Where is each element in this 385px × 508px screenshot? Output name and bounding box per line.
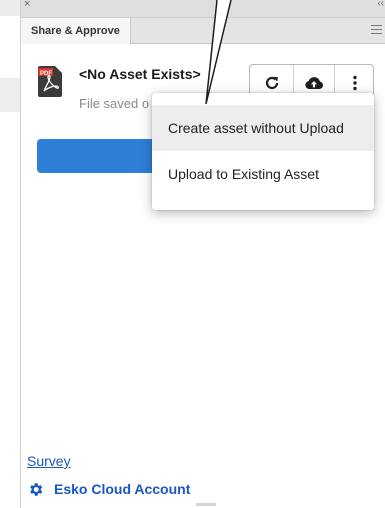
esko-cloud-account-label: Esko Cloud Account — [54, 481, 191, 497]
file-saved-status: File saved o — [79, 96, 150, 111]
gear-icon — [30, 482, 43, 496]
asset-title: <No Asset Exists> — [79, 66, 201, 82]
panel-tab-bar: Share & Approve — [21, 18, 385, 44]
pdf-file-icon: PDF — [38, 66, 62, 97]
more-options-menu: Create asset without Upload Upload to Ex… — [152, 93, 374, 210]
resize-grip[interactable] — [196, 503, 216, 506]
more-vertical-icon — [352, 75, 357, 91]
cloud-upload-icon — [304, 77, 323, 89]
collapse-panel-icon[interactable]: ‹‹ — [377, 0, 384, 9]
survey-link[interactable]: Survey — [27, 453, 71, 469]
close-panel-icon[interactable]: × — [24, 0, 30, 10]
menu-item-upload-to-existing-asset[interactable]: Upload to Existing Asset — [152, 151, 374, 197]
tab-share-approve[interactable]: Share & Approve — [21, 18, 131, 44]
panel-menu-icon[interactable] — [371, 25, 382, 35]
refresh-icon — [265, 76, 278, 90]
share-approve-panel: × ‹‹ Share & Approve PDF <No Asset Exist… — [20, 0, 385, 508]
esko-cloud-account-link[interactable]: Esko Cloud Account — [27, 479, 190, 499]
panel-title-bar: × ‹‹ — [21, 0, 385, 18]
menu-item-create-asset-without-upload[interactable]: Create asset without Upload — [152, 105, 374, 151]
